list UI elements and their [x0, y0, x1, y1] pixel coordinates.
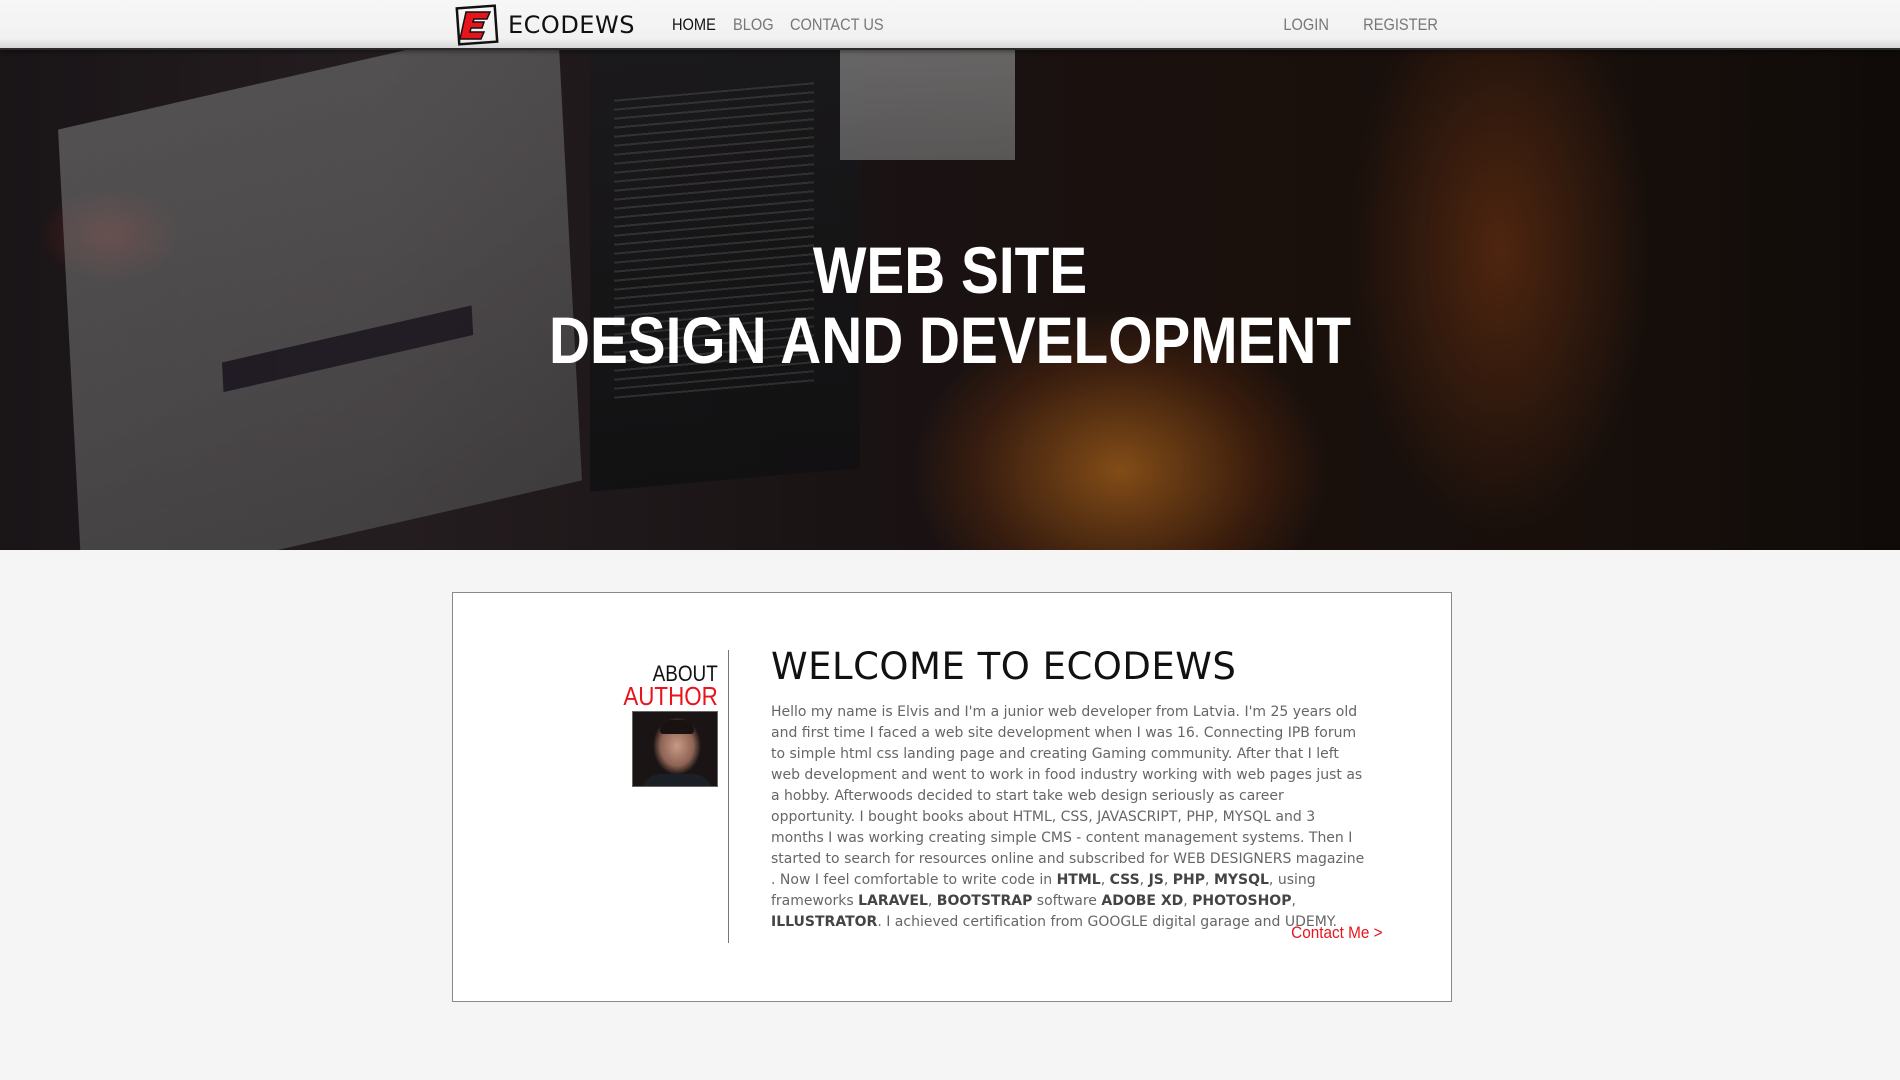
- author-avatar: [632, 711, 718, 787]
- bio-text-segment: ,: [927, 893, 937, 909]
- about-author-column: ABOUT AUTHOR: [453, 593, 728, 1003]
- hero-title: WEB SITE DESIGN AND DEVELOPMENT: [0, 235, 1900, 375]
- nav-home-link[interactable]: HOME: [672, 15, 716, 35]
- bio-skill-keyword: MYSQL: [1213, 872, 1269, 888]
- bio-text-segment: ,: [1139, 872, 1149, 888]
- bio-text-segment: . I achieved certification from GOOGLE d…: [877, 914, 1337, 930]
- primary-nav: HOME BLOG CONTACT US: [672, 0, 903, 50]
- about-author-heading: ABOUT AUTHOR: [608, 663, 718, 711]
- contact-me-link[interactable]: Contact Me >: [1292, 923, 1383, 943]
- welcome-title: WELCOME TO ECODEWS: [771, 645, 1237, 688]
- welcome-content: WELCOME TO ECODEWS Hello my name is Elvi…: [771, 645, 1371, 933]
- bio-text-segment: ,: [1291, 893, 1296, 909]
- bio-skill-keyword: JS: [1148, 872, 1164, 888]
- nav-login-link[interactable]: LOGIN: [1284, 15, 1329, 35]
- hero-banner: WEB SITE DESIGN AND DEVELOPMENT: [0, 50, 1900, 550]
- welcome-card: ABOUT AUTHOR WELCOME TO ECODEWS Hello my…: [452, 592, 1452, 1002]
- bio-skill-keyword: ADOBE XD: [1101, 893, 1184, 909]
- account-nav: LOGIN REGISTER: [1254, 0, 1438, 50]
- nav-contact-us-link[interactable]: CONTACT US: [790, 15, 884, 35]
- vertical-divider: [728, 650, 729, 943]
- nav-blog-link[interactable]: BLOG: [733, 15, 774, 35]
- bio-text-segment: ,: [1100, 872, 1110, 888]
- hero-title-line-2: DESIGN AND DEVELOPMENT: [548, 303, 1352, 377]
- bio-text-segment: ,: [1163, 872, 1173, 888]
- bio-skill-keyword: LARAVEL: [858, 893, 928, 909]
- bio-text-segment: software: [1032, 893, 1102, 909]
- bio-skill-keyword: PHP: [1172, 872, 1206, 888]
- bio-skill-keyword: CSS: [1109, 872, 1140, 888]
- brand-name: ECODEWS: [508, 11, 635, 39]
- bio-skill-keyword: PHOTOSHOP: [1192, 893, 1292, 909]
- ecodews-logo-icon: [455, 4, 499, 46]
- bio-text-segment: ,: [1183, 893, 1193, 909]
- bio-skill-keyword: BOOTSTRAP: [936, 893, 1033, 909]
- bio-skill-keyword: HTML: [1056, 872, 1101, 888]
- brand-logo-link[interactable]: ECODEWS: [452, 3, 635, 47]
- author-bio: Hello my name is Elvis and I'm a junior …: [771, 702, 1371, 933]
- bio-text-segment: Hello my name is Elvis and I'm a junior …: [771, 704, 1365, 888]
- bio-text-segment: ,: [1205, 872, 1214, 888]
- about-heading-line-2: AUTHOR: [623, 681, 718, 711]
- bio-skill-keyword: ILLUSTRATOR: [771, 914, 878, 930]
- hero-title-line-1: WEB SITE: [812, 233, 1088, 307]
- nav-register-link[interactable]: REGISTER: [1363, 15, 1438, 35]
- top-navbar: ECODEWS HOME BLOG CONTACT US LOGIN REGIS…: [0, 0, 1900, 50]
